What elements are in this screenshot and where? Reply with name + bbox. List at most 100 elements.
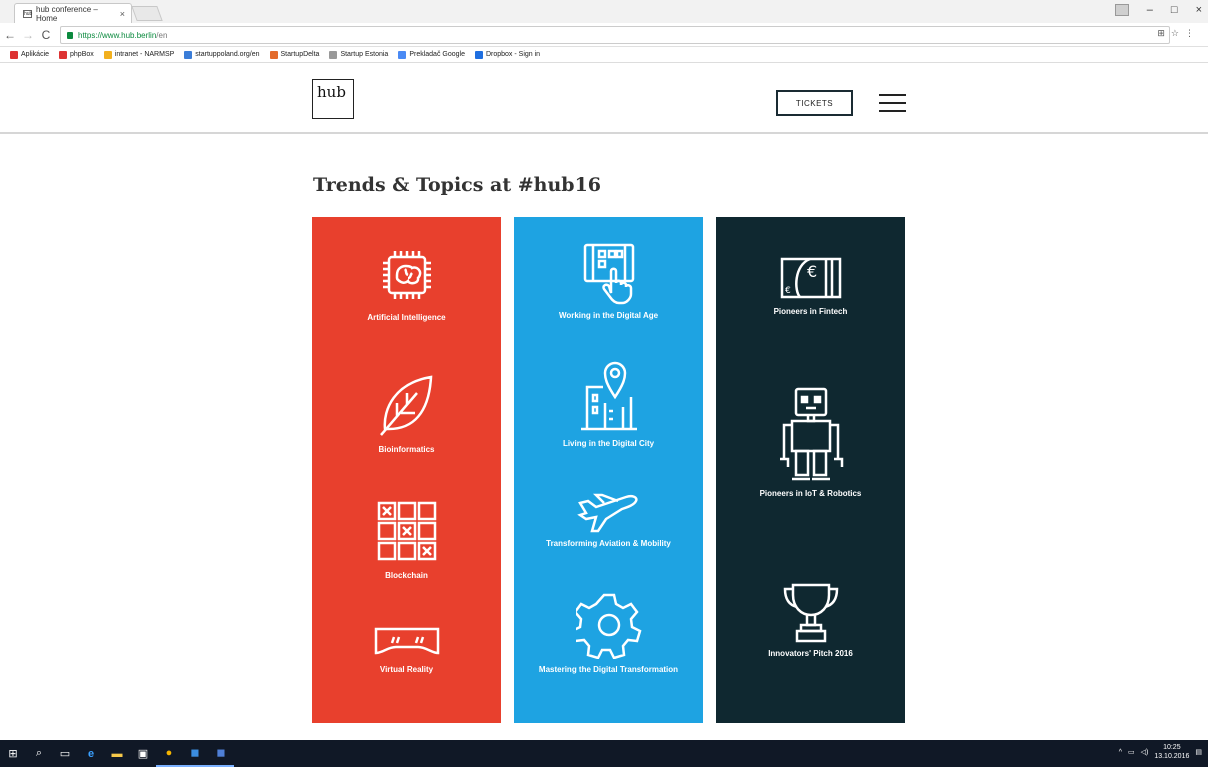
search-icon[interactable]: ⌕: [26, 740, 52, 767]
forward-button[interactable]: →: [20, 28, 36, 42]
bookmark-favicon-icon: [10, 50, 18, 59]
bookmark-label: Dropbox - Sign in: [485, 51, 541, 58]
window-controls: – □ ×: [1114, 4, 1202, 16]
bookmark-favicon-icon: [329, 50, 338, 59]
bookmark-item[interactable]: Startup Estonia: [329, 50, 389, 59]
store-icon[interactable]: ▣: [130, 740, 156, 767]
chrome-icon[interactable]: ●: [156, 740, 182, 767]
minimize-button[interactable]: –: [1147, 4, 1153, 16]
topic-label: Blockchain: [385, 571, 428, 580]
bookmark-label: intranet - NARMSP: [114, 51, 175, 58]
topic-column-red: Artificial Intelligence Bioinformatics B…: [312, 217, 501, 723]
topic-artificial-intelligence[interactable]: Artificial Intelligence: [312, 243, 501, 322]
airplane-icon: [576, 493, 638, 533]
menu-icon[interactable]: [879, 94, 906, 112]
svg-text:€: €: [807, 262, 817, 281]
clock[interactable]: 10:25 13.10.2016: [1154, 743, 1189, 761]
bookmark-favicon-icon: [269, 50, 278, 59]
bookmark-item[interactable]: phpBox: [59, 50, 94, 59]
bookmark-item[interactable]: intranet - NARMSP: [103, 50, 175, 59]
tray-expand-icon[interactable]: ^: [1119, 749, 1122, 756]
task-view-icon[interactable]: ▭: [52, 740, 78, 767]
url-input[interactable]: https://www.hub.berlin /en: [60, 26, 1170, 44]
topic-label: Living in the Digital City: [562, 439, 655, 448]
omnibox-actions: ⊞ ☆ ⋮: [1157, 28, 1194, 39]
translate-icon[interactable]: ⊞: [1157, 28, 1165, 39]
notifications-icon[interactable]: ▤: [1195, 748, 1202, 756]
site-header: hub TICKETS: [0, 64, 1208, 134]
bookmark-item[interactable]: Dropbox - Sign in: [474, 50, 541, 59]
topic-label: Innovators' Pitch 2016: [768, 649, 853, 658]
restore-button[interactable]: □: [1171, 4, 1178, 16]
gear-icon: [575, 593, 641, 659]
outlook-icon[interactable]: ◼: [182, 740, 208, 767]
topic-innovators-pitch[interactable]: Innovators' Pitch 2016: [716, 581, 905, 658]
windows-taskbar: ⊞ ⌕ ▭ e ▬ ▣ ● ◼ ◼ ^ ▭ ◁) 10:25 13.10.201…: [0, 740, 1208, 767]
menu-dots-icon[interactable]: ⋮: [1185, 28, 1194, 39]
topic-digital-transformation[interactable]: Mastering the Digital Transformation: [514, 591, 703, 674]
topic-pioneers-fintech[interactable]: € € Pioneers in Fintech: [716, 257, 905, 316]
chip-brain-icon: [382, 251, 431, 299]
blockchain-icon: [377, 501, 436, 561]
topic-label: Transforming Aviation & Mobility: [546, 539, 671, 548]
url-secure-part: https://www.hub.berlin: [78, 30, 157, 40]
bookmark-label: Aplikácie: [21, 51, 50, 58]
bookmark-label: Prekladač Google: [409, 51, 465, 58]
clock-time: 10:25: [1163, 744, 1181, 751]
browser-tab[interactable]: hub hub conference – Home ×: [14, 3, 132, 23]
euro-bill-icon: € €: [780, 257, 841, 299]
start-button[interactable]: ⊞: [0, 740, 26, 767]
edge-icon[interactable]: e: [78, 740, 104, 767]
topic-column-dark: € € Pioneers in Fintech Pioneers in IoT …: [716, 217, 905, 723]
bookmark-item[interactable]: Aplikácie: [10, 50, 50, 59]
bookmark-item[interactable]: Prekladač Google: [398, 50, 465, 59]
hub-logo[interactable]: hub: [312, 79, 354, 119]
robot-icon: [779, 387, 843, 481]
bookmark-star-icon[interactable]: ☆: [1171, 28, 1179, 39]
bookmark-favicon-icon: [103, 50, 112, 59]
topic-label: Working in the Digital Age: [558, 311, 659, 320]
topic-aviation-mobility[interactable]: Transforming Aviation & Mobility: [514, 489, 703, 548]
tab-title: hub conference – Home: [36, 4, 98, 23]
favicon-icon: hub: [23, 9, 33, 18]
volume-icon[interactable]: ◁): [1141, 748, 1149, 756]
word-icon[interactable]: ◼: [208, 740, 234, 767]
leaf-icon: [379, 375, 432, 436]
topic-living-digital-city[interactable]: Living in the Digital City: [514, 357, 703, 448]
file-explorer-icon[interactable]: ▬: [104, 740, 130, 767]
bookmark-item[interactable]: StartupDelta: [269, 50, 319, 59]
bookmark-item[interactable]: startuppoland.org/en: [184, 50, 260, 59]
trophy-icon: [783, 583, 838, 643]
network-icon[interactable]: ▭: [1128, 748, 1135, 756]
bookmark-label: phpBox: [70, 51, 94, 58]
new-tab-button[interactable]: [131, 6, 163, 21]
topic-blockchain[interactable]: Blockchain: [312, 499, 501, 580]
system-tray: ^ ▭ ◁) 10:25 13.10.2016 ▤: [1119, 743, 1202, 761]
tab-close-icon[interactable]: ×: [120, 9, 125, 19]
topic-working-digital-age[interactable]: Working in the Digital Age: [514, 241, 703, 320]
topic-column-blue: Working in the Digital Age Living in the…: [514, 217, 703, 723]
topic-virtual-reality[interactable]: Virtual Reality: [312, 625, 501, 674]
bookmark-label: Startup Estonia: [340, 51, 389, 58]
back-button[interactable]: ←: [2, 28, 18, 42]
topic-label: Virtual Reality: [379, 665, 434, 674]
browser-tab-bar: hub hub conference – Home × – □ ×: [0, 0, 1208, 23]
user-account-icon[interactable]: [1114, 4, 1129, 16]
topic-bioinformatics[interactable]: Bioinformatics: [312, 369, 501, 454]
topic-label: Mastering the Digital Transformation: [538, 665, 679, 674]
lock-icon: [67, 31, 73, 39]
vr-headset-icon: [374, 627, 439, 655]
topic-label: Bioinformatics: [378, 445, 435, 454]
address-bar-row: ← → C https://www.hub.berlin /en: [0, 23, 1208, 47]
section-title: Trends & Topics at #hub16: [313, 174, 602, 196]
topic-iot-robotics[interactable]: Pioneers in IoT & Robotics: [716, 387, 905, 498]
reload-button[interactable]: C: [38, 28, 54, 42]
bookmark-favicon-icon: [184, 50, 193, 59]
topic-label: Artificial Intelligence: [367, 313, 446, 322]
topic-label: Pioneers in IoT & Robotics: [759, 489, 862, 498]
bookmarks-bar: Aplikácie phpBox intranet - NARMSP startupp…: [0, 47, 1208, 63]
tickets-button[interactable]: TICKETS: [776, 90, 853, 116]
topic-label: Pioneers in Fintech: [773, 307, 848, 316]
close-window-button[interactable]: ×: [1196, 4, 1202, 16]
url-path-part: /en: [156, 30, 168, 40]
